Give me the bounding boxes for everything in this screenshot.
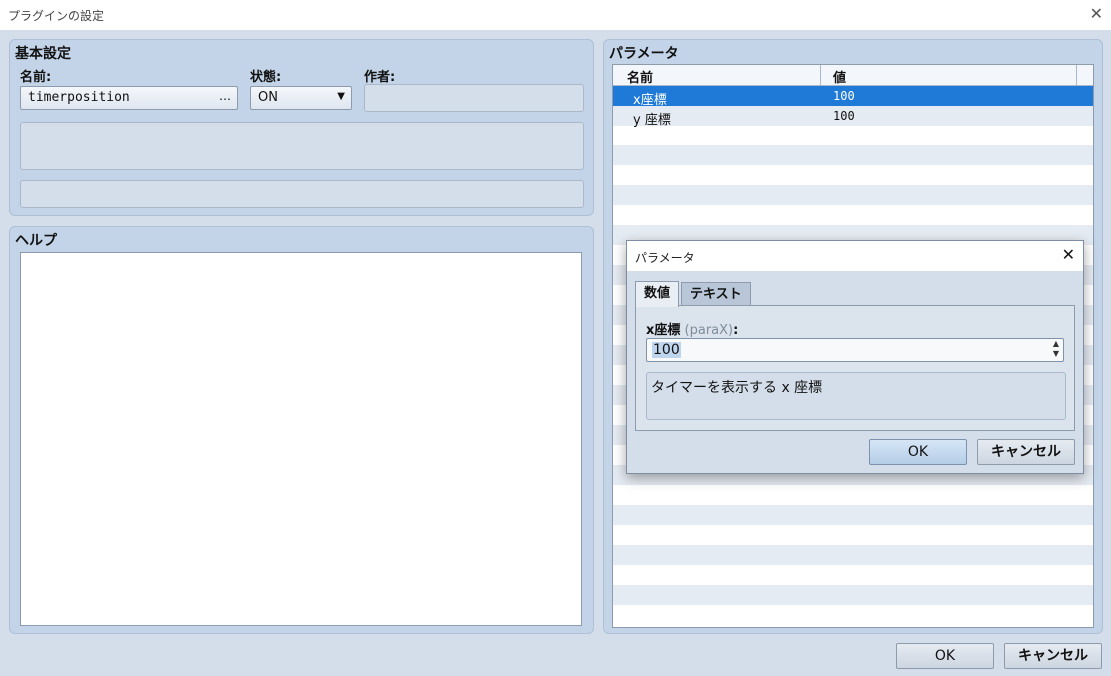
field-label-row: x座標 (paraX): <box>646 319 738 338</box>
grid-stripe <box>613 505 1093 525</box>
param-value: 100 <box>833 109 855 123</box>
column-header-name[interactable]: 名前 <box>627 67 653 86</box>
column-divider[interactable] <box>1076 65 1077 85</box>
field-label: x座標 <box>646 323 681 338</box>
field-colon: : <box>733 323 739 338</box>
grid-stripe <box>613 185 1093 205</box>
name-label: 名前: <box>20 70 52 85</box>
cancel-button[interactable]: キャンセル <box>1004 643 1102 669</box>
basic-settings-title: 基本設定 <box>15 46 71 62</box>
author-field[interactable] <box>364 84 584 112</box>
chevron-down-icon[interactable]: ▼ <box>337 91 345 102</box>
grid-header: 名前 値 <box>613 65 1093 86</box>
column-header-value[interactable]: 値 <box>833 67 846 86</box>
help-panel: ヘルプ <box>9 226 594 634</box>
window-title: プラグインの設定 <box>8 9 105 23</box>
grid-stripe <box>613 145 1093 165</box>
grid-stripe <box>613 585 1093 605</box>
status-label: 状態: <box>250 70 282 85</box>
param-name: y 座標 <box>633 113 671 128</box>
help-text-area[interactable] <box>20 252 582 626</box>
param-value: 100 <box>833 89 855 103</box>
table-row[interactable]: y 座標 100 <box>613 106 1093 128</box>
dialog-titlebar: パラメータ ✕ <box>627 241 1083 271</box>
ellipsis-icon[interactable]: … <box>219 89 231 103</box>
value-spinner[interactable]: 100 ▲ ▼ <box>646 338 1064 362</box>
dialog-ok-button[interactable]: OK <box>869 439 967 465</box>
tab-number[interactable]: 数値 <box>635 281 680 307</box>
dialog-cancel-button[interactable]: キャンセル <box>977 439 1075 465</box>
spinner-arrows-icon[interactable]: ▲ ▼ <box>1053 339 1059 359</box>
grid-stripe <box>613 545 1093 565</box>
parameter-description: タイマーを表示する x 座標 <box>646 372 1066 420</box>
description-field[interactable] <box>20 122 584 170</box>
plugin-name-value: timerposition <box>28 90 130 105</box>
column-divider[interactable] <box>820 65 821 85</box>
status-value: ON <box>258 90 278 105</box>
tab-pane: x座標 (paraX): 100 ▲ ▼ タイマーを表示する x 座標 <box>635 305 1075 431</box>
plugin-name-selector[interactable]: timerposition … <box>20 86 238 110</box>
basic-settings-panel: 基本設定 名前: 状態: 作者: timerposition … ON ▼ <box>9 39 594 216</box>
tab-text[interactable]: テキスト <box>681 282 751 306</box>
window-titlebar: プラグインの設定 ✕ <box>0 0 1111 30</box>
parameters-title: パラメータ <box>609 46 679 62</box>
help-title: ヘルプ <box>15 233 57 249</box>
field-key: (paraX) <box>684 323 734 338</box>
author-label: 作者: <box>364 70 396 85</box>
close-icon[interactable]: ✕ <box>1090 4 1103 23</box>
parameter-dialog: パラメータ ✕ 数値 テキスト x座標 (paraX): 100 ▲ ▼ タイマー… <box>626 240 1084 474</box>
status-dropdown[interactable]: ON ▼ <box>250 86 352 110</box>
ok-button[interactable]: OK <box>896 643 994 669</box>
dialog-close-icon[interactable]: ✕ <box>1062 245 1075 264</box>
parameter-description-text: タイマーを表示する x 座標 <box>651 380 823 396</box>
spinner-value: 100 <box>652 342 681 358</box>
dialog-title: パラメータ <box>635 251 695 265</box>
extra-field[interactable] <box>20 180 584 208</box>
table-row[interactable]: x座標 100 <box>613 86 1093 108</box>
